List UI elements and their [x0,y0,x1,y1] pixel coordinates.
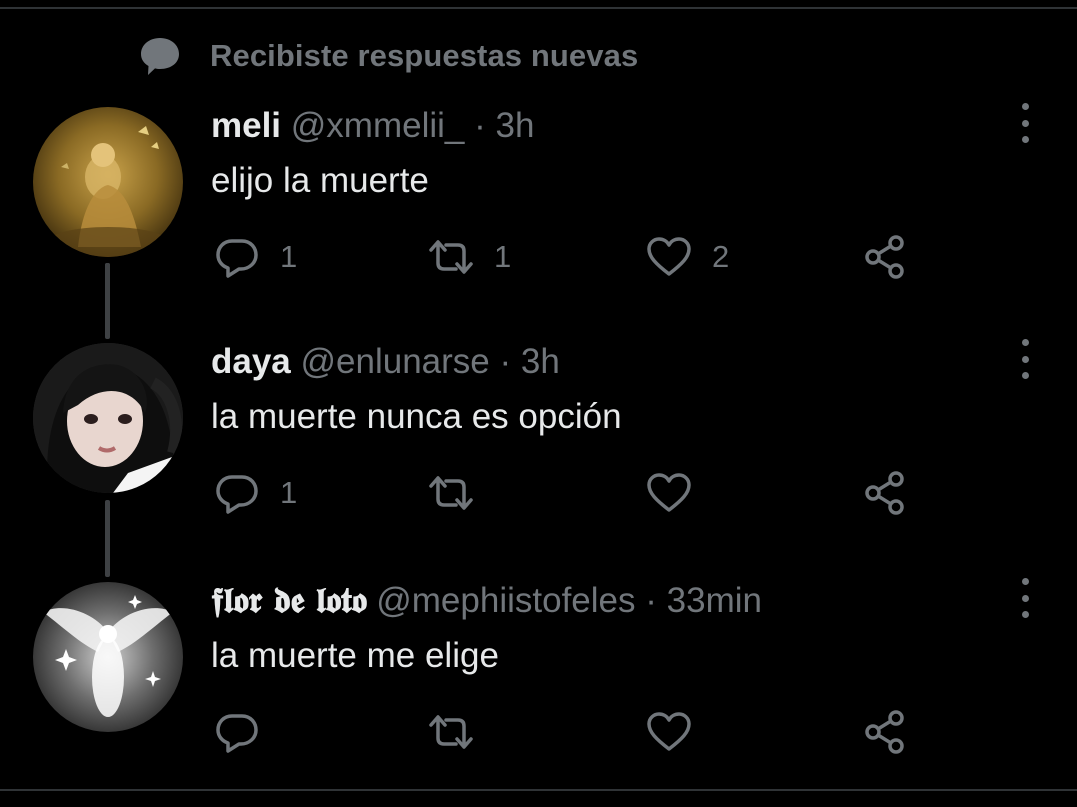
tweet-item[interactable]: 𝖋𝖑𝖔𝖗 𝖉𝖊 𝖑𝖔𝖙𝖔 @mephiistofeles · 33min la … [0,502,1077,807]
timestamp[interactable]: 3h [496,106,535,145]
display-name[interactable]: daya [211,342,291,381]
thread-line [105,263,110,338]
share-button[interactable] [862,468,908,518]
tweet-text: elijo la muerte [211,161,429,200]
like-button[interactable] [646,468,712,518]
reply-icon [216,475,258,514]
share-icon [865,710,904,754]
retweet-button[interactable] [428,468,494,518]
heart-icon [647,712,691,751]
reply-button[interactable]: 1 [214,468,297,518]
more-options-icon[interactable] [1010,578,1040,618]
tweet-text: la muerte me elige [211,636,499,675]
heart-icon [647,473,691,512]
top-divider [0,7,1077,9]
tweet-text: la muerte nunca es opción [211,397,622,436]
tweet-actions: 1 [0,468,1077,518]
share-button[interactable] [862,232,908,282]
tweet-actions [0,707,1077,757]
separator-dot: · [645,581,657,620]
retweet-button[interactable] [428,707,494,757]
new-replies-banner[interactable]: Recibiste respuestas nuevas [138,34,638,78]
retweet-icon [429,476,473,510]
user-handle[interactable]: @mephiistofeles [376,581,635,620]
heart-icon [647,237,691,276]
user-handle[interactable]: @enlunarse [301,342,490,381]
tweet-header: meli @xmmelii_ · 3h [211,104,534,148]
tweet-item[interactable]: meli @xmmelii_ · 3h elijo la muerte 1 1 … [0,103,1077,343]
retweet-button[interactable]: 1 [428,232,511,282]
display-name[interactable]: 𝖋𝖑𝖔𝖗 𝖉𝖊 𝖑𝖔𝖙𝖔 [211,580,367,621]
timestamp[interactable]: 33min [667,581,762,620]
tweet-item[interactable]: daya @enlunarse · 3h la muerte nunca es … [0,263,1077,579]
reply-button[interactable] [214,707,280,757]
reply-count: 1 [280,475,298,510]
retweet-count: 1 [494,239,512,274]
like-button[interactable]: 2 [646,232,729,282]
timestamp[interactable]: 3h [521,342,560,381]
retweet-icon [429,715,473,749]
share-button[interactable] [862,707,908,757]
like-button[interactable] [646,707,712,757]
reply-icon [216,239,258,278]
tweet-header: daya @enlunarse · 3h [211,340,560,384]
display-name[interactable]: meli [211,106,281,145]
separator-dot: · [474,106,486,145]
like-count: 2 [712,239,730,274]
share-icon [865,471,904,515]
reply-count: 1 [280,239,298,274]
separator-dot: · [499,342,512,381]
share-icon [865,235,904,279]
reply-button[interactable]: 1 [214,232,297,282]
more-options-icon[interactable] [1010,339,1040,379]
retweet-icon [429,240,473,274]
chat-bubble-icon [138,34,182,78]
tweet-actions: 1 1 2 [0,232,1077,282]
user-handle[interactable]: @xmmelii_ [291,106,465,145]
bottom-divider [0,789,1077,791]
notification-frame: Recibiste respuestas nuevas meli @xmmeli… [0,0,1077,807]
banner-text: Recibiste respuestas nuevas [210,38,639,73]
more-options-icon[interactable] [1010,103,1040,143]
thread-line [105,502,110,577]
tweet-header: 𝖋𝖑𝖔𝖗 𝖉𝖊 𝖑𝖔𝖙𝖔 @mephiistofeles · 33min [211,579,762,623]
reply-icon [216,714,258,753]
